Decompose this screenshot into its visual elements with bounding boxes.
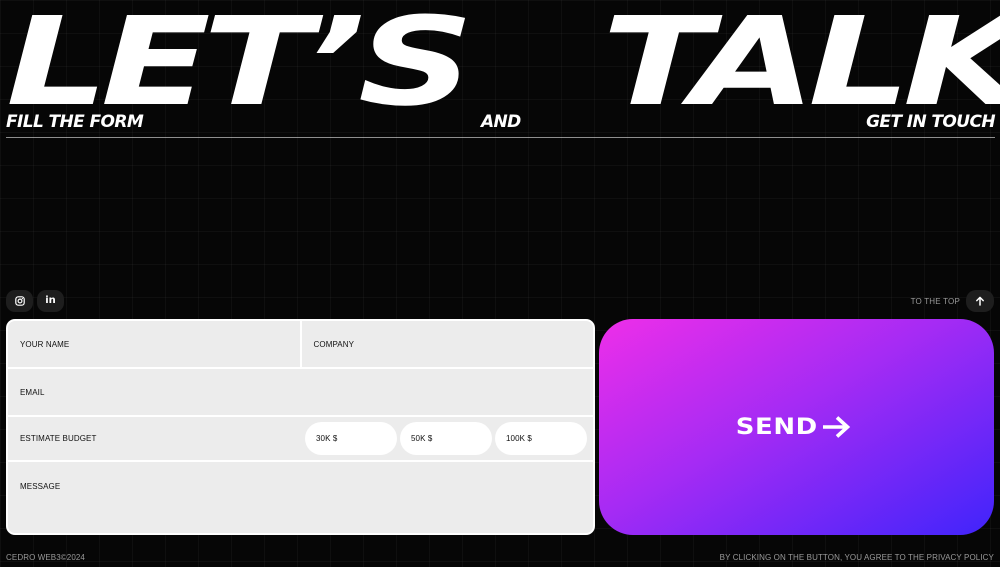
subline: FILL THE FORM AND GET IN TOUCH bbox=[6, 112, 996, 134]
message-field-label: MESSAGE bbox=[20, 482, 61, 491]
contact-form: YOUR NAME COMPANY EMAIL ESTIMATE BUDGET … bbox=[6, 319, 595, 535]
arrow-right-icon bbox=[823, 416, 851, 438]
budget-options: 30K $ 50K $ 100K $ bbox=[305, 422, 587, 455]
name-field[interactable]: YOUR NAME bbox=[8, 321, 300, 367]
budget-field: ESTIMATE BUDGET 30K $ 50K $ 100K $ bbox=[8, 417, 593, 460]
email-field[interactable]: EMAIL bbox=[8, 369, 593, 415]
headline-lets: LET’S bbox=[6, 0, 474, 133]
form-row-name-company: YOUR NAME COMPANY bbox=[8, 321, 593, 367]
linkedin-button[interactable]: in bbox=[37, 290, 64, 312]
headline-talk: TALK bbox=[602, 0, 1000, 133]
instagram-button[interactable] bbox=[6, 290, 33, 312]
footer-privacy-notice: BY CLICKING ON THE BUTTON, YOU AGREE TO … bbox=[719, 553, 994, 562]
headline: LET’S TALK bbox=[0, 0, 1000, 133]
to-the-top-label[interactable]: TO THE TOP bbox=[911, 297, 960, 306]
social-links: in bbox=[6, 290, 64, 312]
subline-fill-the-form: FILL THE FORM bbox=[6, 112, 144, 132]
budget-field-label: ESTIMATE BUDGET bbox=[20, 434, 97, 443]
message-field[interactable]: MESSAGE bbox=[8, 462, 593, 533]
form-row-message: MESSAGE bbox=[8, 462, 593, 533]
send-button[interactable]: SEND bbox=[599, 319, 994, 535]
company-field[interactable]: COMPANY bbox=[301, 321, 593, 367]
subline-and: AND bbox=[481, 112, 521, 132]
header-divider bbox=[6, 137, 995, 138]
linkedin-icon: in bbox=[45, 295, 56, 306]
budget-option-100k[interactable]: 100K $ bbox=[495, 422, 587, 455]
instagram-icon bbox=[14, 296, 25, 306]
to-the-top: TO THE TOP bbox=[911, 290, 994, 312]
budget-option-30k[interactable]: 30K $ bbox=[305, 422, 397, 455]
form-row-budget: ESTIMATE BUDGET 30K $ 50K $ 100K $ bbox=[8, 417, 593, 460]
company-field-label: COMPANY bbox=[313, 339, 355, 349]
subline-get-in-touch: GET IN TOUCH bbox=[866, 112, 996, 132]
footer-copyright: CEDRO WEB3©2024 bbox=[6, 553, 85, 562]
email-field-label: EMAIL bbox=[20, 387, 45, 397]
form-row-email: EMAIL bbox=[8, 369, 593, 415]
budget-option-50k[interactable]: 50K $ bbox=[400, 422, 492, 455]
to-the-top-button[interactable] bbox=[966, 290, 994, 312]
arrow-up-icon bbox=[976, 296, 984, 306]
send-button-label: SEND bbox=[735, 414, 818, 440]
name-field-label: YOUR NAME bbox=[20, 339, 70, 349]
